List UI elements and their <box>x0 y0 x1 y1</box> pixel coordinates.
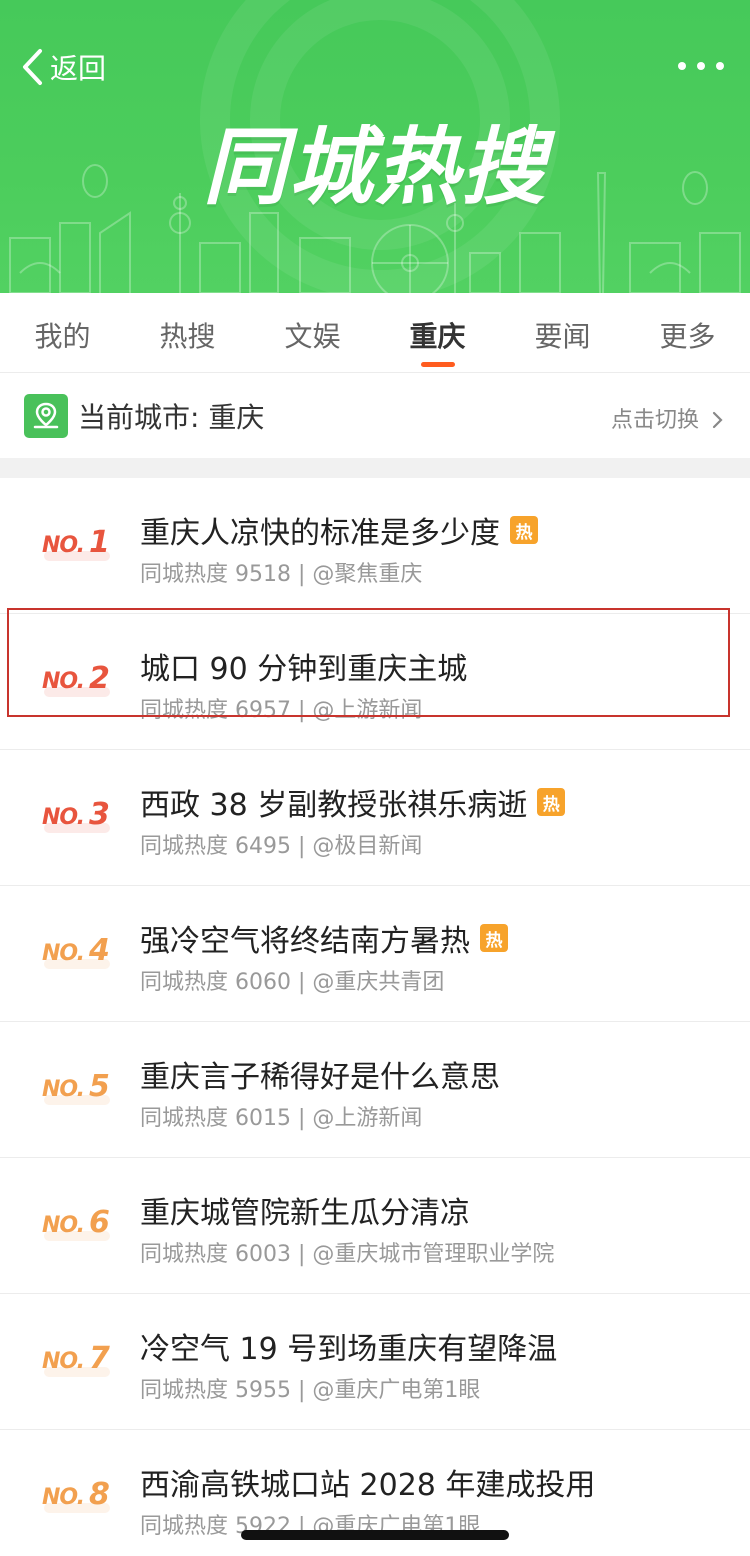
chevron-right-icon <box>712 411 723 429</box>
item-meta: 同城热度 5955 | @重庆广电第1眼 <box>140 1378 481 1403</box>
tab-label: 重庆 <box>409 320 466 353</box>
rank-badge: NO. 4 <box>42 933 110 969</box>
rank-underline <box>44 687 110 697</box>
tab-entertainment[interactable]: 文娱 <box>250 293 375 372</box>
item-meta: 同城热度 9518 | @聚焦重庆 <box>140 562 423 587</box>
active-tab-indicator <box>420 362 455 367</box>
item-title-line: 强冷空气将终结南方暑热 热 <box>140 916 508 960</box>
rank-badge: NO. 6 <box>42 1205 110 1241</box>
tab-chongqing[interactable]: 重庆 <box>375 293 500 372</box>
hot-badge: 热 <box>510 516 538 544</box>
rank-badge: NO. 2 <box>42 661 110 697</box>
item-meta: 同城热度 6957 | @上游新闻 <box>140 698 423 723</box>
rank-underline <box>44 1367 110 1377</box>
rank-underline <box>44 1095 110 1105</box>
item-title-line: 重庆人凉快的标准是多少度 热 <box>140 508 538 552</box>
current-city-label: 当前城市: 重庆 <box>78 401 265 434</box>
list-item[interactable]: NO. 6 重庆城管院新生瓜分清凉 同城热度 6003 | @重庆城市管理职业学院 <box>0 1158 750 1294</box>
item-title-line: 城口 90 分钟到重庆主城 <box>140 644 467 688</box>
rank-badge: NO. 7 <box>42 1341 110 1377</box>
more-options-button[interactable] <box>678 56 724 76</box>
item-title: 重庆城管院新生瓜分清凉 <box>140 1196 470 1231</box>
header-banner: 返回 同城热搜 <box>0 0 750 293</box>
tab-mine[interactable]: 我的 <box>0 293 125 372</box>
item-meta: 同城热度 6495 | @极目新闻 <box>140 834 423 859</box>
item-title: 城口 90 分钟到重庆主城 <box>140 652 468 687</box>
tab-label: 我的 <box>34 320 91 353</box>
back-label: 返回 <box>50 52 107 85</box>
home-indicator[interactable] <box>241 1530 509 1540</box>
dot-icon <box>678 62 686 70</box>
switch-city-label: 点击切换 <box>610 408 699 433</box>
city-skyline-illustration <box>9 164 741 293</box>
item-meta: 同城热度 6015 | @上游新闻 <box>140 1106 423 1131</box>
item-title-line: 西政 38 岁副教授张祺乐病逝 热 <box>140 780 566 824</box>
item-title: 冷空气 19 号到场重庆有望降温 <box>140 1332 558 1367</box>
section-divider <box>0 458 750 478</box>
current-city-row: 当前城市: 重庆 点击切换 <box>0 374 750 458</box>
list-item[interactable]: NO. 3 西政 38 岁副教授张祺乐病逝 热 同城热度 6495 | @极目新闻 <box>0 750 750 886</box>
back-button[interactable]: 返回 <box>20 44 106 90</box>
tab-label: 文娱 <box>284 320 341 353</box>
list-item[interactable]: NO. 2 城口 90 分钟到重庆主城 同城热度 6957 | @上游新闻 <box>0 614 750 750</box>
tab-label: 要闻 <box>534 320 591 353</box>
tab-more[interactable]: 更多 <box>625 293 750 372</box>
rank-underline <box>44 1503 110 1513</box>
item-title-line: 冷空气 19 号到场重庆有望降温 <box>140 1324 557 1368</box>
hot-search-list: NO. 1 重庆人凉快的标准是多少度 热 同城热度 9518 | @聚焦重庆 NO… <box>0 478 750 1556</box>
item-meta: 同城热度 6060 | @重庆共青团 <box>140 970 445 995</box>
tab-bar: 我的 热搜 文娱 重庆 要闻 更多 <box>0 293 750 373</box>
rank-underline <box>44 551 110 561</box>
item-title: 重庆言子稀得好是什么意思 <box>140 1060 500 1095</box>
tab-hot-search[interactable]: 热搜 <box>125 293 250 372</box>
rank-badge: NO. 1 <box>42 525 110 561</box>
chevron-left-icon <box>23 49 42 85</box>
item-title: 强冷空气将终结南方暑热 <box>140 924 470 959</box>
hot-badge: 热 <box>537 788 566 816</box>
rank-underline <box>44 823 110 833</box>
item-title: 西政 38 岁副教授张祺乐病逝 <box>140 788 528 823</box>
item-title-line: 重庆言子稀得好是什么意思 <box>140 1052 500 1096</box>
dot-icon <box>716 62 724 70</box>
rank-badge: NO. 3 <box>42 797 110 833</box>
tab-label: 热搜 <box>159 320 216 353</box>
map-pin-icon <box>24 394 68 438</box>
item-title: 重庆人凉快的标准是多少度 <box>140 516 500 551</box>
list-item[interactable]: NO. 4 强冷空气将终结南方暑热 热 同城热度 6060 | @重庆共青团 <box>0 886 750 1022</box>
item-title: 西渝高铁城口站 2028 年建成投用 <box>140 1468 596 1503</box>
rank-badge: NO. 5 <box>42 1069 110 1105</box>
list-item[interactable]: NO. 5 重庆言子稀得好是什么意思 同城热度 6015 | @上游新闻 <box>0 1022 750 1158</box>
switch-city-button[interactable]: 点击切换 <box>611 402 724 434</box>
hot-badge: 热 <box>480 924 508 952</box>
item-title-line: 西渝高铁城口站 2028 年建成投用 <box>140 1460 595 1504</box>
rank-underline <box>44 1231 110 1241</box>
item-meta: 同城热度 6003 | @重庆城市管理职业学院 <box>140 1242 555 1267</box>
rank-underline <box>44 959 110 969</box>
tab-news[interactable]: 要闻 <box>500 293 625 372</box>
tab-label: 更多 <box>659 320 716 353</box>
item-title-line: 重庆城管院新生瓜分清凉 <box>140 1188 470 1232</box>
list-item[interactable]: NO. 1 重庆人凉快的标准是多少度 热 同城热度 9518 | @聚焦重庆 <box>0 478 750 614</box>
dot-icon <box>697 62 705 70</box>
list-item[interactable]: NO. 7 冷空气 19 号到场重庆有望降温 同城热度 5955 | @重庆广电第… <box>0 1294 750 1430</box>
rank-badge: NO. 8 <box>42 1477 110 1513</box>
